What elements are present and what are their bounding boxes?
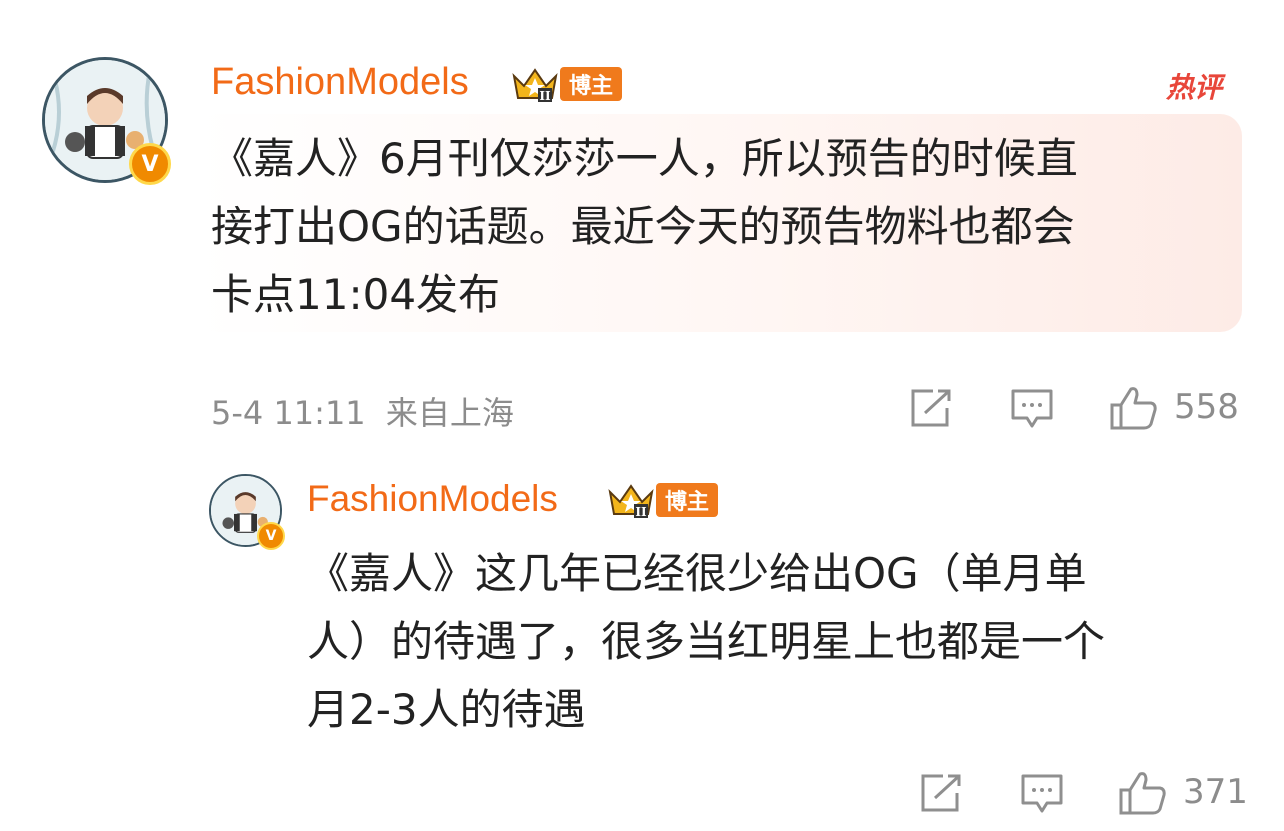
hot-comment-badge: 热评: [1166, 71, 1223, 104]
role-badge: II 博主: [510, 64, 622, 104]
like-icon[interactable]: [1109, 385, 1159, 431]
share-icon[interactable]: [919, 773, 963, 813]
comment-icon[interactable]: [1010, 388, 1054, 430]
crown-icon: II: [608, 484, 654, 519]
reply-text-line: 人）的待遇了，很多当红明星上也都是一个: [307, 617, 1106, 666]
reply-text-line: 月2-3人的待遇: [307, 685, 586, 734]
comment-text-line: 卡点11:04发布: [211, 270, 501, 319]
reply-text: 《嘉人》这几年已经很少给出OG（单月单 人）的待遇了，很多当红明星上也都是一个 …: [307, 540, 1105, 744]
svg-text:II: II: [635, 505, 647, 519]
like-count: 558: [1174, 387, 1239, 427]
verified-icon: V: [257, 522, 285, 550]
comment-icon[interactable]: [1020, 773, 1064, 815]
like-count: 371: [1183, 772, 1248, 812]
comment-text: 《嘉人》6月刊仅莎莎一人，所以预告的时候直 接打出OG的话题。最近今天的预告物料…: [211, 125, 1078, 329]
like-icon[interactable]: [1118, 770, 1168, 816]
role-tag: 博主: [656, 483, 718, 517]
timestamp: 5-4 11:11: [211, 394, 366, 432]
comment-text-line: 《嘉人》6月刊仅莎莎一人，所以预告的时候直: [211, 134, 1078, 183]
username[interactable]: FashionModels: [211, 61, 469, 104]
role-tag: 博主: [560, 67, 622, 101]
share-icon[interactable]: [909, 388, 953, 428]
comment-text-line: 接打出OG的话题。最近今天的预告物料也都会: [211, 202, 1075, 251]
username[interactable]: FashionModels: [307, 478, 558, 520]
location: 来自上海: [385, 394, 514, 432]
svg-text:II: II: [539, 89, 551, 103]
comment-meta: 5-4 11:11 来自上海: [211, 388, 514, 434]
role-badge: II 博主: [606, 480, 718, 520]
verified-icon: V: [129, 143, 171, 185]
crown-icon: II: [512, 68, 558, 103]
reply-text-line: 《嘉人》这几年已经很少给出OG（单月单: [307, 549, 1087, 598]
